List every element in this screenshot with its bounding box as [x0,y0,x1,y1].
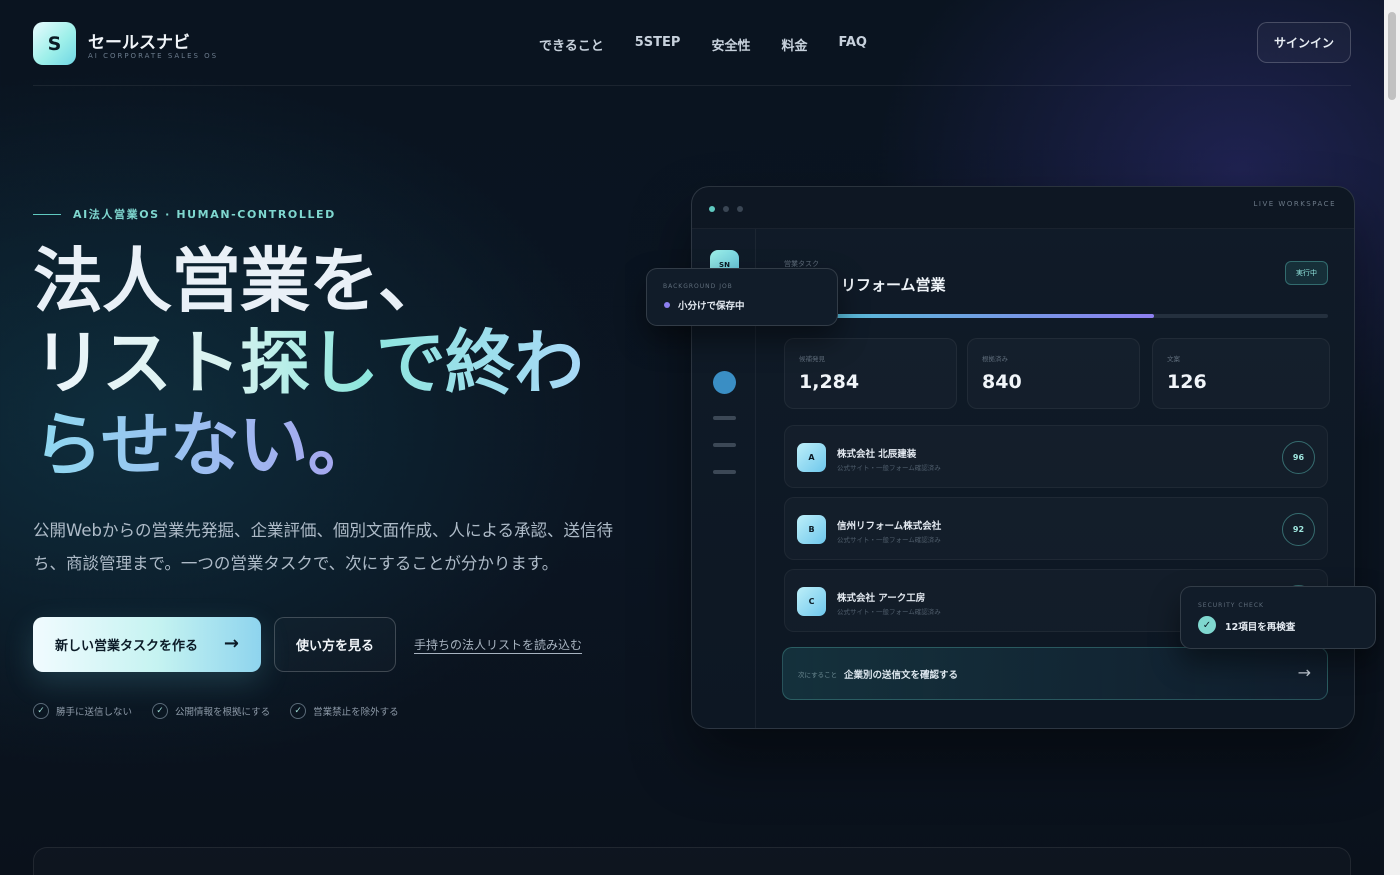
company-avatar: A [797,443,826,472]
page-scrollbar[interactable] [1384,0,1400,875]
task-title: リフォーム営業 [841,276,946,294]
window-dot-icon [723,206,729,212]
status-dot-icon [664,302,670,308]
next-action-label: 次にすること [798,671,838,679]
company-score: 92 [1282,513,1315,546]
check-label: 営業禁止を除外する [313,707,399,718]
status-badge: 実行中 [1285,261,1328,285]
check-icon: ✓ [1198,616,1216,634]
stat-value: 840 [982,371,1022,393]
sidebar-menu-icon[interactable] [713,416,736,420]
company-avatar: B [797,515,826,544]
create-task-label: 新しい営業タスクを作る [55,639,199,654]
headline-line-3: らせない。 [33,404,583,486]
sidebar-avatar-icon[interactable] [713,371,736,394]
headline-line-1: 法人営業を、 [33,240,448,322]
next-action-bar[interactable]: 次にすること 企業別の送信文を確認する → [782,647,1328,700]
stat-value: 126 [1167,371,1207,393]
background-job-card: BACKGROUND JOB 小分けで保存中 [646,268,838,326]
stat-card: 候補発見 1,284 [784,338,957,409]
headline-line-2: リスト探しで終わ [33,322,584,404]
background-job-label: BACKGROUND JOB [663,283,733,290]
main-nav: できること 5STEP 安全性 料金 FAQ [539,35,867,54]
landing-page: S セールスナビ AI CORPORATE SALES OS できること 5ST… [0,0,1384,875]
check-label: 勝手に送信しない [56,707,133,718]
stat-label: 候補発見 [799,355,825,363]
check-item: ✓ 営業禁止を除外する [290,703,399,719]
brand-name[interactable]: セールスナビ [88,28,190,53]
security-check-text: 12項目を再検査 [1225,622,1296,633]
company-name: 株式会社 アーク工房 [837,593,926,604]
check-icon: ✓ [33,703,49,719]
nav-item-security[interactable]: 安全性 [711,35,750,54]
task-progress-bar [784,314,1328,318]
create-task-button[interactable]: 新しい営業タスクを作る → [33,617,261,672]
stat-card: 文案 126 [1152,338,1330,409]
nav-item-pricing[interactable]: 料金 [781,35,807,54]
company-name: 信州リフォーム株式会社 [837,521,942,532]
nav-item-5step[interactable]: 5STEP [635,35,681,54]
check-label: 公開情報を根拠にする [175,707,271,718]
hero-headline: 法人営業を、 リスト探しで終わ らせない。 [33,240,584,486]
company-avatar: C [797,587,826,616]
arrow-right-icon: → [223,633,239,654]
workspace-titlebar: LIVE WORKSPACE [692,187,1354,229]
sidebar-menu-icon[interactable] [713,443,736,447]
progress-fill [784,314,1154,318]
import-list-link[interactable]: 手持ちの法人リストを読み込む [414,636,582,653]
next-section-card [33,847,1351,875]
logo-icon[interactable]: S [33,22,76,65]
company-source: 公式サイト・一般フォーム確認済み [837,608,941,616]
check-item: ✓ 公開情報を根拠にする [152,703,270,719]
window-dot-icon [709,206,715,212]
live-workspace-label: LIVE WORKSPACE [1253,200,1336,208]
company-row[interactable]: B 信州リフォーム株式会社 公式サイト・一般フォーム確認済み 92 [784,497,1328,560]
next-action-text: 企業別の送信文を確認する [844,670,959,681]
stat-card: 根拠済み 840 [967,338,1140,409]
company-name: 株式会社 北辰建装 [837,449,917,460]
background-job-text: 小分けで保存中 [678,301,745,312]
check-item: ✓ 勝手に送信しない [33,703,132,719]
nav-item-features[interactable]: できること [539,35,604,54]
eyebrow-text: AI法人営業OS · HUMAN-CONTROLLED [73,208,336,221]
window-dot-icon [737,206,743,212]
hero-lead: 公開Webからの営業先発掘、企業評価、個別文面作成、人による承認、送信待ち、商談… [33,521,613,573]
company-source: 公式サイト・一般フォーム確認済み [837,464,941,472]
sidebar-menu-icon[interactable] [713,470,736,474]
hero-eyebrow: AI法人営業OS · HUMAN-CONTROLLED [33,206,336,222]
stat-label: 根拠済み [982,355,1008,363]
arrow-right-icon: → [1297,663,1311,682]
scrollbar-thumb[interactable] [1388,12,1396,100]
nav-item-faq[interactable]: FAQ [838,35,867,54]
eyebrow-line [33,213,61,215]
stat-value: 1,284 [799,371,860,393]
security-check-label: SECURITY CHECK [1198,602,1264,609]
company-source: 公式サイト・一般フォーム確認済み [837,536,941,544]
how-to-button[interactable]: 使い方を見る [274,617,396,672]
feature-checks: ✓ 勝手に送信しない ✓ 公開情報を根拠にする ✓ 営業禁止を除外する [33,703,399,719]
security-check-card: SECURITY CHECK ✓ 12項目を再検査 [1180,586,1376,649]
company-score: 96 [1282,441,1315,474]
stat-label: 文案 [1167,355,1180,363]
company-row[interactable]: A 株式会社 北辰建装 公式サイト・一般フォーム確認済み 96 [784,425,1328,488]
brand-tagline: AI CORPORATE SALES OS [88,52,219,60]
check-icon: ✓ [152,703,169,719]
signin-button[interactable]: サインイン [1257,22,1351,63]
site-header: S セールスナビ AI CORPORATE SALES OS できること 5ST… [33,0,1351,86]
check-icon: ✓ [290,703,307,719]
